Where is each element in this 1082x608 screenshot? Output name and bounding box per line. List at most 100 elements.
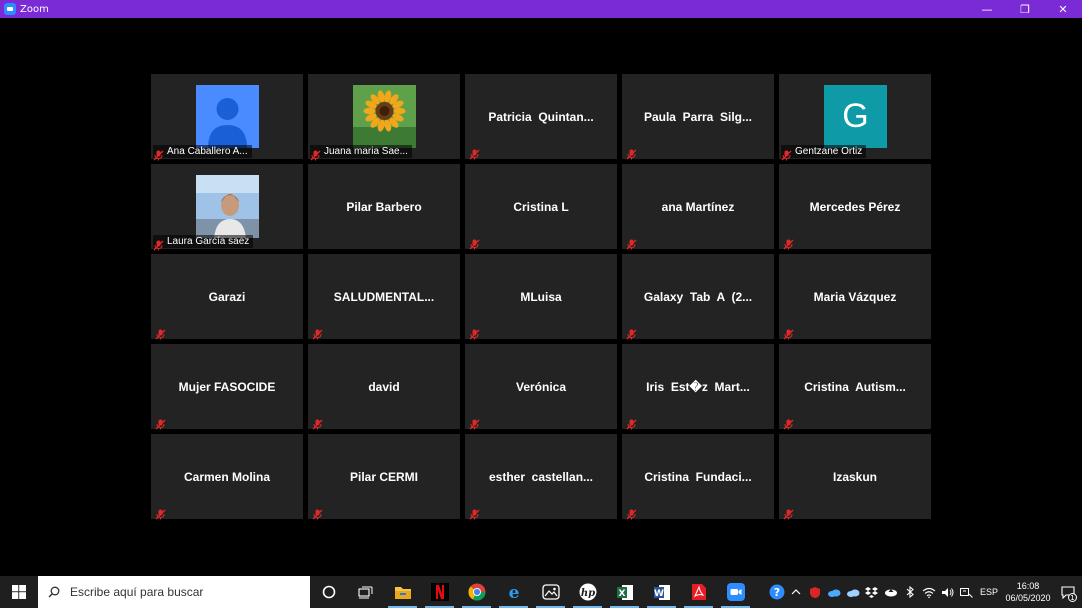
participant-name: Cristina Fundaci...: [644, 469, 752, 484]
edge-taskbar-button[interactable]: e: [495, 576, 532, 608]
participant-name-label: Gentzane Ortiz: [781, 145, 867, 161]
muted-mic-icon: [155, 505, 166, 520]
participant-name-label: Laura García saez: [153, 235, 254, 251]
participant-tile[interactable]: Laura García saez: [151, 164, 303, 251]
muted-mic-icon: [312, 505, 323, 520]
show-hidden-icons-chevron-icon[interactable]: [786, 576, 805, 608]
participant-tile[interactable]: Paula Parra Silg...: [622, 74, 774, 160]
dropbox-icon[interactable]: [862, 576, 881, 608]
participant-tile[interactable]: MLuisa: [465, 254, 617, 340]
participant-tile[interactable]: Juana maria Sae...: [308, 74, 460, 161]
participant-tile[interactable]: Izaskun: [779, 434, 931, 520]
participant-tile[interactable]: G Gentzane Ortiz: [779, 74, 931, 161]
participant-name: Iris Est�z Mart...: [646, 379, 750, 394]
participant-tile[interactable]: Cristina L: [465, 164, 617, 250]
participant-name: Mercedes Pérez: [809, 199, 901, 214]
participant-name: esther castellan...: [488, 469, 594, 484]
zoom-taskbar-button[interactable]: [717, 576, 754, 608]
cortana-taskbar-button[interactable]: [310, 576, 347, 608]
hp-icon: hp: [579, 583, 597, 601]
gallery-grid: Ana Caballero A... Juana maria Sae... Patr…: [151, 74, 931, 520]
participant-tile[interactable]: esther castellan...: [465, 434, 617, 520]
volume-icon[interactable]: [938, 576, 957, 608]
wifi-icon[interactable]: [919, 576, 938, 608]
restore-button[interactable]: ❐: [1006, 0, 1044, 18]
action-center-button[interactable]: 1: [1054, 576, 1082, 608]
task-view-taskbar-button[interactable]: [347, 576, 384, 608]
participant-name: Gentzane Ortiz: [795, 146, 863, 157]
chrome-taskbar-button[interactable]: [458, 576, 495, 608]
window-controls: — ❐ ✕: [968, 0, 1082, 18]
taskbar-search-box[interactable]: Escribe aquí para buscar: [38, 576, 310, 608]
participant-tile[interactable]: Cristina Fundaci...: [622, 434, 774, 520]
participant-tile[interactable]: Iris Est�z Mart...: [622, 344, 774, 430]
participant-tile[interactable]: Pilar CERMI: [308, 434, 460, 520]
edge-icon: e: [505, 583, 523, 601]
onedrive-business-cloud-icon[interactable]: [843, 576, 862, 608]
cortana-icon: [322, 585, 336, 599]
minimize-button[interactable]: —: [968, 0, 1006, 18]
sunflower-profile-photo: [353, 85, 416, 148]
participant-name-label: Juana maria Sae...: [310, 145, 412, 161]
taskbar-pinned-apps: e hp X W: [310, 576, 754, 608]
file-explorer-taskbar-button[interactable]: [384, 576, 421, 608]
notification-count-badge: 1: [1068, 593, 1077, 602]
taskbar-clock[interactable]: 16:08 06/05/2020: [1002, 580, 1054, 604]
photos-taskbar-button[interactable]: [532, 576, 569, 608]
muted-mic-icon: [310, 146, 321, 161]
onedrive-cloud-icon[interactable]: [824, 576, 843, 608]
participant-name: SALUDMENTAL...: [333, 289, 435, 304]
cloud-upload-icon[interactable]: [881, 576, 900, 608]
bluetooth-icon[interactable]: [900, 576, 919, 608]
participant-name: Cristina L: [513, 199, 569, 214]
language-indicator[interactable]: ESP: [976, 587, 1002, 597]
participant-tile[interactable]: Verónica: [465, 344, 617, 430]
muted-mic-icon: [312, 415, 323, 430]
windows-logo-icon: [12, 585, 26, 599]
acrobat-taskbar-button[interactable]: [680, 576, 717, 608]
muted-mic-icon: [155, 415, 166, 430]
participant-tile[interactable]: Mujer FASOCIDE: [151, 344, 303, 430]
participant-tile[interactable]: Mercedes Pérez: [779, 164, 931, 250]
start-button[interactable]: [0, 576, 38, 608]
excel-taskbar-button[interactable]: X: [606, 576, 643, 608]
muted-mic-icon: [781, 146, 792, 161]
participant-name: Patricia Quintan...: [488, 109, 594, 124]
netflix-taskbar-button[interactable]: [421, 576, 458, 608]
participant-name: Cristina Autism...: [804, 379, 906, 394]
svg-text:e: e: [508, 583, 519, 601]
windows-taskbar: Escribe aquí para buscar e hp X W ? ESP 16:…: [0, 576, 1082, 608]
participant-name: Laura García saez: [167, 236, 250, 247]
muted-mic-icon: [626, 145, 637, 160]
muted-mic-icon: [153, 146, 164, 161]
hp-taskbar-button[interactable]: hp: [569, 576, 606, 608]
participant-tile[interactable]: Maria Vázquez: [779, 254, 931, 340]
participant-name: MLuisa: [520, 289, 562, 304]
participant-tile[interactable]: david: [308, 344, 460, 430]
participant-tile[interactable]: Ana Caballero A...: [151, 74, 303, 161]
input-method-icon[interactable]: [957, 576, 976, 608]
participant-tile[interactable]: Garazi: [151, 254, 303, 340]
participant-tile[interactable]: ana Martínez: [622, 164, 774, 250]
help-icon[interactable]: ?: [767, 576, 786, 608]
acrobat-icon: [691, 583, 707, 601]
participant-name: Maria Vázquez: [813, 289, 897, 304]
search-placeholder: Escribe aquí para buscar: [70, 585, 204, 599]
participant-name: Izaskun: [832, 469, 877, 484]
svg-text:W: W: [654, 589, 664, 599]
word-taskbar-button[interactable]: W: [643, 576, 680, 608]
participant-tile[interactable]: SALUDMENTAL...: [308, 254, 460, 340]
participant-tile[interactable]: Carmen Molina: [151, 434, 303, 520]
letter-avatar: G: [824, 85, 887, 148]
close-button[interactable]: ✕: [1044, 0, 1082, 18]
participant-tile[interactable]: Galaxy Tab A (2...: [622, 254, 774, 340]
muted-mic-icon: [469, 415, 480, 430]
participant-tile[interactable]: Patricia Quintan...: [465, 74, 617, 160]
participant-name-label: Ana Caballero A...: [153, 145, 252, 161]
antivirus-shield-icon[interactable]: [805, 576, 824, 608]
muted-mic-icon: [626, 325, 637, 340]
participant-tile[interactable]: Pilar Barbero: [308, 164, 460, 249]
muted-mic-icon: [469, 505, 480, 520]
participant-name: Pilar Barbero: [346, 199, 422, 214]
participant-tile[interactable]: Cristina Autism...: [779, 344, 931, 430]
